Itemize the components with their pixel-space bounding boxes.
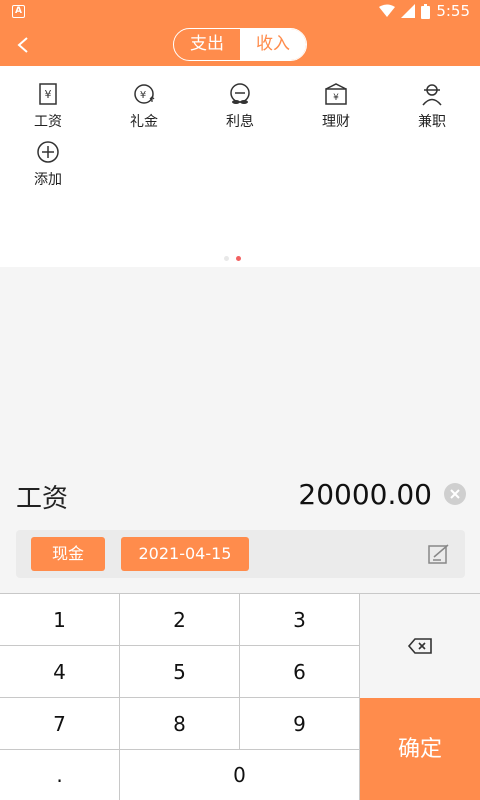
- confirm-button[interactable]: 确定: [360, 698, 480, 800]
- category-grid: ¥ 工资 ¥ 礼金 利息 ¥ 理财 兼职 添加: [0, 66, 480, 267]
- status-bar: A 5:55: [0, 0, 480, 24]
- amount-display: 20000.00: [298, 478, 432, 511]
- key-8[interactable]: 8: [120, 698, 240, 750]
- key-9[interactable]: 9: [240, 698, 360, 750]
- salary-icon: ¥: [39, 83, 57, 105]
- clear-amount-button[interactable]: [444, 483, 466, 505]
- app-bar: 支出 收入: [0, 24, 480, 66]
- category-gift-money[interactable]: ¥ 礼金: [96, 66, 192, 130]
- category-part-time[interactable]: 兼职: [384, 66, 480, 130]
- key-2[interactable]: 2: [120, 594, 240, 646]
- close-icon: [450, 489, 460, 499]
- entry-meta-bar: 现金 2021-04-15: [16, 530, 465, 578]
- key-0[interactable]: 0: [120, 750, 360, 800]
- key-4[interactable]: 4: [0, 646, 120, 698]
- note-button[interactable]: [427, 542, 451, 566]
- battery-icon: [421, 3, 431, 19]
- gift-money-icon: ¥: [134, 84, 155, 104]
- category-add[interactable]: 添加: [0, 124, 96, 188]
- key-1[interactable]: 1: [0, 594, 120, 646]
- tab-expense[interactable]: 支出: [174, 29, 240, 60]
- chevron-left-icon: [17, 37, 28, 53]
- svg-text:¥: ¥: [140, 90, 146, 101]
- category-salary[interactable]: ¥ 工资: [0, 66, 96, 130]
- svg-text:¥: ¥: [45, 88, 52, 101]
- category-investment[interactable]: ¥ 理财: [288, 66, 384, 130]
- interest-icon: [230, 83, 250, 104]
- edit-note-icon: [428, 544, 449, 564]
- investment-icon: ¥: [325, 83, 347, 105]
- backspace-button[interactable]: [360, 594, 480, 698]
- account-button[interactable]: 现金: [31, 537, 105, 571]
- key-5[interactable]: 5: [120, 646, 240, 698]
- backspace-icon: [407, 638, 432, 654]
- type-switch: 支出 收入: [173, 28, 307, 61]
- number-keypad: 1 2 3 4 5 6 7 8 9 . 0 确定: [0, 593, 480, 800]
- category-interest[interactable]: 利息: [192, 66, 288, 130]
- page-dot-active: [236, 256, 241, 261]
- notification-icon: A: [12, 5, 25, 18]
- selected-category: 工资: [16, 484, 69, 514]
- key-3[interactable]: 3: [240, 594, 360, 646]
- signal-icon: [401, 4, 416, 18]
- key-6[interactable]: 6: [240, 646, 360, 698]
- page-indicator: [224, 256, 241, 261]
- date-button[interactable]: 2021-04-15: [121, 537, 249, 571]
- part-time-icon: [422, 84, 442, 106]
- back-button[interactable]: [10, 31, 38, 59]
- clock: 5:55: [436, 2, 470, 20]
- tab-income[interactable]: 收入: [240, 29, 306, 60]
- svg-text:¥: ¥: [333, 93, 339, 103]
- amount-row: 工资 20000.00: [0, 470, 480, 520]
- key-7[interactable]: 7: [0, 698, 120, 750]
- page-dot: [224, 256, 229, 261]
- key-decimal[interactable]: .: [0, 750, 120, 800]
- add-icon: [37, 141, 59, 163]
- wifi-icon: [379, 4, 396, 17]
